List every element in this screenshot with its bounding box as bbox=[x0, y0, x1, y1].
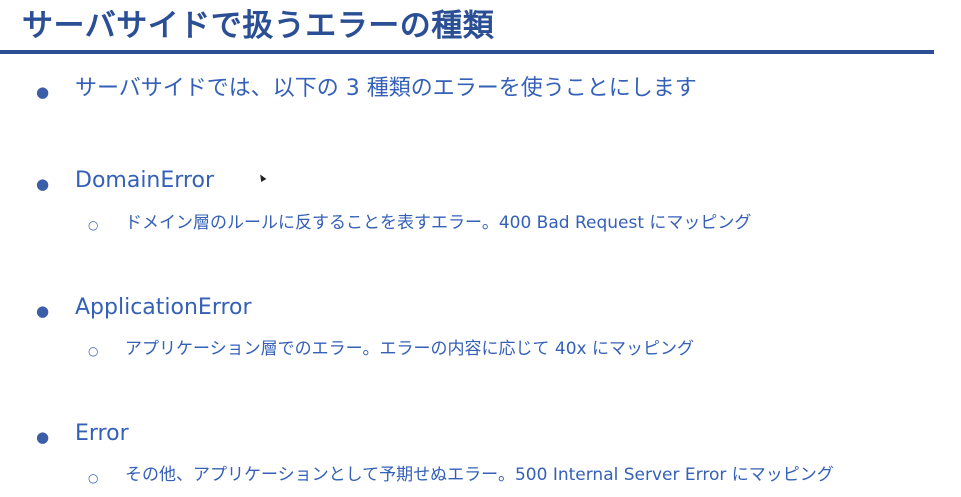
application-error-label: ApplicationError bbox=[75, 295, 252, 320]
domain-error-label: DomainError bbox=[75, 168, 214, 193]
slide-title: サーバサイドで扱うエラーの種類 bbox=[22, 8, 495, 44]
application-error-bullet-icon: ● bbox=[36, 302, 50, 320]
title-underline bbox=[0, 50, 934, 54]
intro-text: サーバサイドでは、以下の 3 種類のエラーを使うことにします bbox=[75, 76, 697, 101]
domain-error-sub-bullet-icon: ○ bbox=[88, 218, 99, 232]
error-bullet-icon: ● bbox=[36, 428, 50, 446]
domain-error-bullet-icon: ● bbox=[36, 175, 50, 193]
error-label: Error bbox=[75, 421, 129, 446]
intro-bullet-icon: ● bbox=[36, 83, 50, 101]
domain-error-description: ドメイン層のルールに反することを表すエラー。400 Bad Request にマ… bbox=[125, 213, 752, 233]
application-error-description: アプリケーション層でのエラー。エラーの内容に応じて 40x にマッピング bbox=[125, 339, 694, 359]
mouse-cursor-icon bbox=[257, 172, 267, 183]
error-sub-bullet-icon: ○ bbox=[88, 471, 99, 485]
application-error-sub-bullet-icon: ○ bbox=[88, 344, 99, 358]
error-description: その他、アプリケーションとして予期せぬエラー。500 Internal Serv… bbox=[125, 465, 834, 485]
